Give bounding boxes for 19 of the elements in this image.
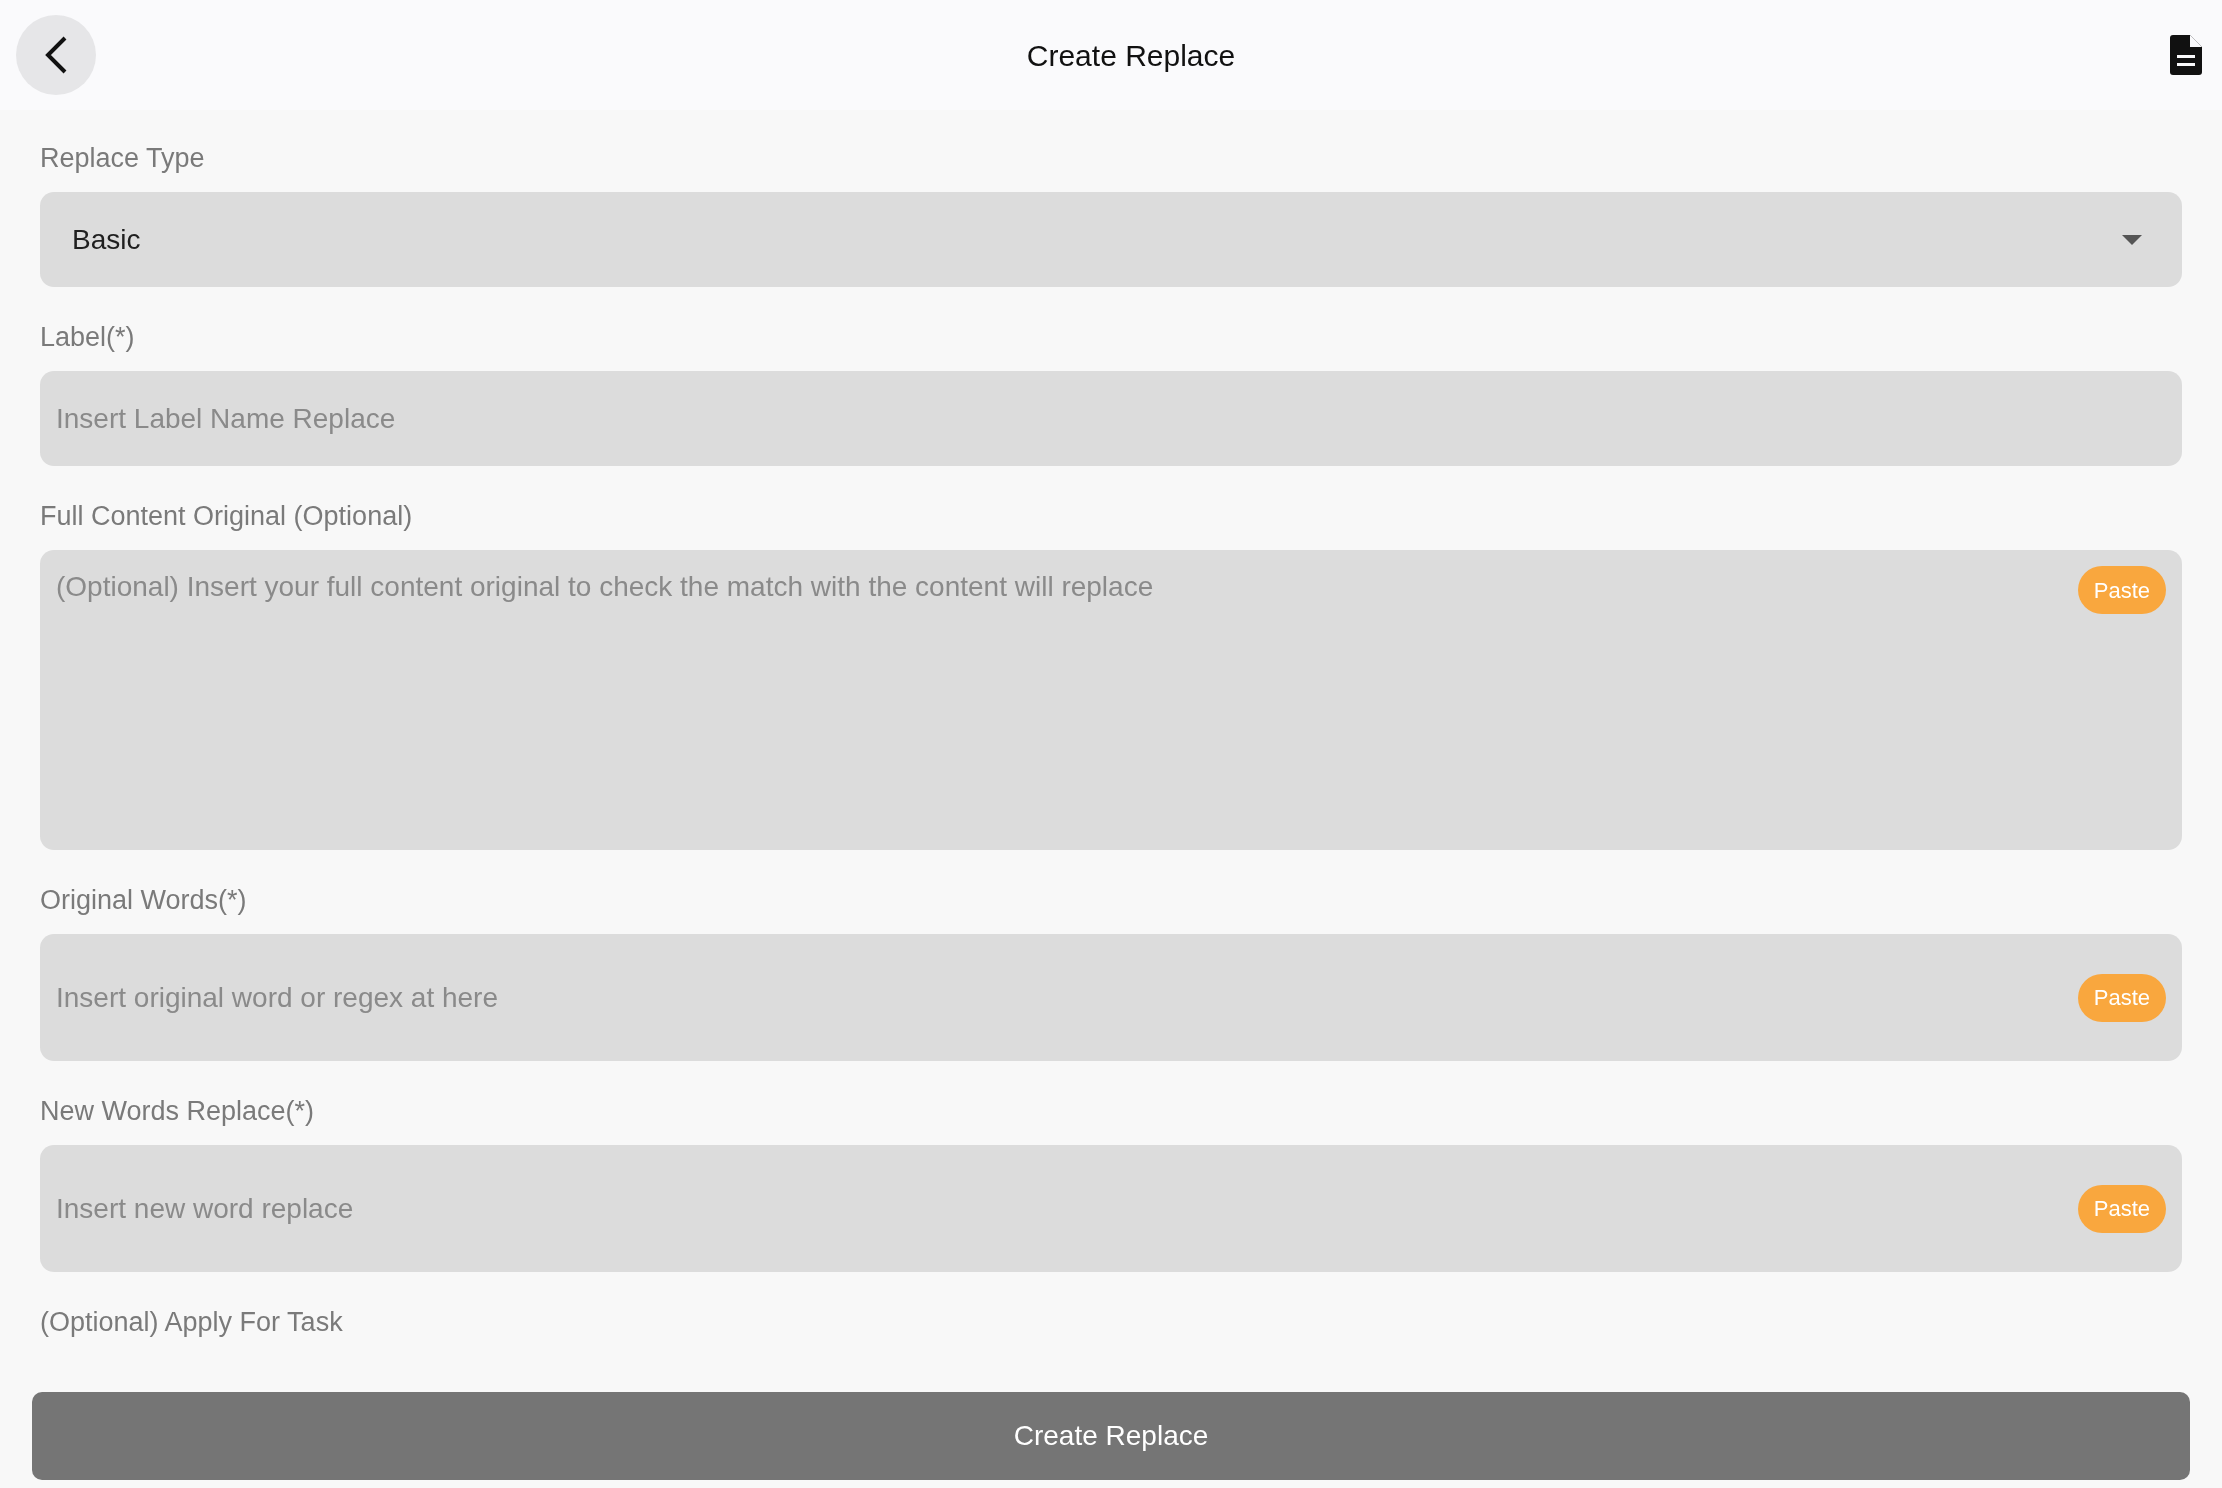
create-replace-button[interactable]: Create Replace xyxy=(32,1392,2190,1480)
document-icon xyxy=(2170,35,2202,75)
text-input[interactable]: Insert Label Name Replace xyxy=(40,397,2182,440)
field-label: Label(*) xyxy=(40,321,136,354)
text-field[interactable]: Insert original word or regex at here Paste xyxy=(40,934,2182,1061)
text-field[interactable]: Insert Label Name Replace xyxy=(40,371,2182,466)
apply-task-label: (Optional) Apply For Task xyxy=(40,1306,344,1339)
paste-button[interactable]: Paste xyxy=(2077,973,2166,1022)
text-field[interactable]: Insert new word replace Paste xyxy=(40,1145,2182,1272)
type-dropdown[interactable]: Basic xyxy=(40,192,2182,287)
field-label: Full Content Original (Optional) xyxy=(40,500,414,533)
dropdown-caret-icon xyxy=(2122,234,2142,245)
field-label: Original Words(*) xyxy=(40,884,248,917)
paste-button[interactable]: Paste xyxy=(2077,1184,2166,1233)
field-label: New Words Replace(*) xyxy=(40,1095,316,1128)
page-title: Create Replace xyxy=(1026,37,1236,74)
content-textarea[interactable]: (Optional) Insert your full content original to check the match with the content will replace Paste xyxy=(40,550,2182,850)
paste-button[interactable]: Paste xyxy=(2077,566,2166,614)
field-label: Replace Type xyxy=(40,142,206,175)
